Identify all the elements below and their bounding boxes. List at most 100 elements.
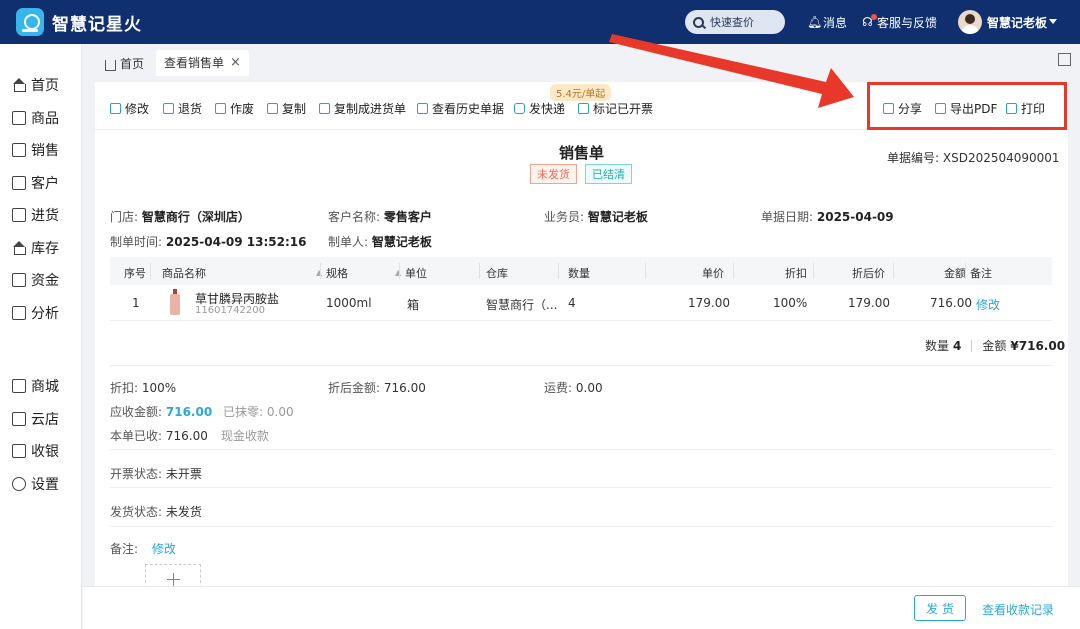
customer-info: 客户名称: 零售客户 (328, 208, 432, 225)
doc-number-label: 单据编号: (887, 151, 940, 165)
column-divider (479, 263, 480, 279)
th-unit: 单位 (405, 267, 427, 280)
sidebar-item-mall[interactable]: 商城 (0, 375, 82, 397)
sidebar-item-label: 分析 (31, 306, 59, 322)
freight-info: 运费: 0.00 (544, 379, 603, 396)
column-divider (645, 263, 646, 279)
column-divider (733, 263, 734, 279)
sidebar-item-label: 设置 (31, 477, 59, 493)
payment-records-link[interactable]: 查看收款记录 (982, 601, 1054, 618)
th-discount: 折扣 (785, 267, 807, 280)
copy-label: 复制 (282, 102, 307, 116)
fullscreen-icon[interactable] (1058, 53, 1071, 66)
column-divider (320, 263, 321, 279)
erased-value: 0.00 (266, 405, 294, 419)
tab-home-label: 首页 (120, 56, 145, 71)
sidebar-item-label: 资金 (31, 273, 59, 289)
tab-view-sales-order[interactable]: 查看销售单 × (156, 50, 249, 76)
copy-to-purchase-button[interactable]: 复制成进货单 (319, 100, 406, 117)
edit-button[interactable]: 修改 (110, 100, 149, 117)
maker-value: 智慧记老板 (371, 235, 432, 249)
search-icon (693, 16, 704, 28)
sidebar-item-label: 客户 (31, 176, 59, 192)
express-button[interactable]: 发快递 (514, 100, 565, 117)
sidebar-item-analysis[interactable]: 分析 (0, 302, 82, 324)
sidebar-item-purchase[interactable]: 进货 (0, 204, 82, 226)
sidebar-item-cashier[interactable]: 收银 (0, 440, 82, 462)
sidebar-item-settings[interactable]: 设置 (0, 473, 82, 495)
th-disc-price: 折后价 (852, 267, 885, 280)
doc-number: 单据编号: XSD202504090001 (887, 149, 1060, 166)
cell-price: 179.00 (688, 296, 730, 310)
erased-label: 已抹零: (223, 405, 264, 419)
sidebar-item-fund[interactable]: 资金 (0, 269, 82, 291)
received-info: 本单已收: 716.00 (110, 427, 208, 444)
th-qty: 数量 (568, 267, 590, 280)
image-upload-button[interactable] (145, 564, 201, 586)
cashier-icon (12, 444, 26, 458)
cell-spec: 1000ml (326, 296, 372, 310)
sidebar-item-label: 进货 (31, 208, 59, 224)
received-label: 本单已收: (110, 429, 163, 443)
ship-button[interactable]: 发 货 (914, 595, 966, 621)
after-discount-label: 折后金额: (328, 381, 381, 395)
tab-home[interactable]: 首页 (97, 50, 152, 76)
remark-row: 备注: 修改 (110, 540, 176, 557)
divider (110, 526, 1052, 527)
store-value: 智慧商行（深圳店） (141, 210, 250, 224)
fund-icon (12, 273, 26, 287)
close-icon[interactable]: × (230, 55, 241, 70)
invoice-status-value: 未开票 (165, 467, 202, 481)
date-info: 单据日期: 2025-04-09 (761, 208, 894, 225)
maker-label: 制单人: (328, 235, 369, 249)
sidebar-item-cloud-store[interactable]: 云店 (0, 408, 82, 430)
user-name[interactable]: 智慧记老板 (987, 14, 1047, 31)
th-name[interactable]: 商品名称 (162, 265, 206, 281)
goods-icon (12, 111, 26, 125)
sidebar-item-label: 商城 (31, 379, 59, 395)
history-button[interactable]: 查看历史单据 (417, 100, 504, 117)
column-divider (965, 263, 966, 279)
invoice-status-label: 开票状态: (110, 467, 163, 481)
maker-info: 制单人: 智慧记老板 (328, 233, 432, 250)
void-button[interactable]: 作废 (215, 100, 254, 117)
return-button[interactable]: 退货 (163, 100, 202, 117)
sidebar-item-home[interactable]: 首页 (0, 74, 82, 96)
th-name-label: 商品名称 (162, 267, 206, 280)
sidebar-item-goods[interactable]: 商品 (0, 107, 82, 129)
messages-link[interactable]: 🔔︎ 消息 (807, 14, 847, 31)
edit-label: 修改 (125, 102, 150, 116)
quick-search-button[interactable]: 快速查价 (685, 10, 785, 34)
discount-value: 100% (141, 381, 177, 395)
sidebar-item-sales[interactable]: 销售 (0, 139, 82, 161)
avatar[interactable] (958, 10, 982, 34)
tab-bar: 首页 查看销售单 × (83, 44, 1080, 76)
ship-status: 发货状态: 未发货 (110, 503, 202, 520)
support-link[interactable]: ☊ 客服与反馈 (861, 14, 937, 31)
cell-disc-price: 179.00 (848, 296, 890, 310)
chevron-down-icon[interactable] (1049, 19, 1057, 24)
pay-method: 现金收款 (221, 429, 270, 443)
quick-search-label: 快速查价 (710, 16, 754, 29)
sidebar-item-customer[interactable]: 客户 (0, 172, 82, 194)
cell-remark-edit-link[interactable]: 修改 (976, 296, 1000, 313)
product-thumbnail[interactable] (170, 289, 180, 315)
created-value: 2025-04-09 13:52:16 (165, 235, 307, 249)
doc-number-value: XSD202504090001 (942, 151, 1060, 165)
logo-icon (16, 8, 44, 36)
customer-label: 客户名称: (328, 210, 381, 224)
th-remark: 备注 (970, 267, 992, 280)
mark-invoiced-button[interactable]: 标记已开票 (578, 100, 653, 117)
salesperson-label: 业务员: (544, 210, 585, 224)
support-label: 客服与反馈 (877, 16, 938, 30)
created-info: 制单时间: 2025-04-09 13:52:16 (110, 233, 307, 250)
th-amount: 金额 (944, 267, 966, 280)
app-logo[interactable]: 智慧记星火 (16, 8, 142, 36)
sidebar-item-stock[interactable]: 库存 (0, 237, 82, 259)
remark-edit-link[interactable]: 修改 (152, 542, 176, 556)
history-icon (417, 103, 428, 114)
salesperson-value: 智慧记老板 (587, 210, 648, 224)
purchase-icon (12, 208, 26, 222)
copy-button[interactable]: 复制 (267, 100, 306, 117)
received-value: 716.00 (165, 429, 208, 443)
